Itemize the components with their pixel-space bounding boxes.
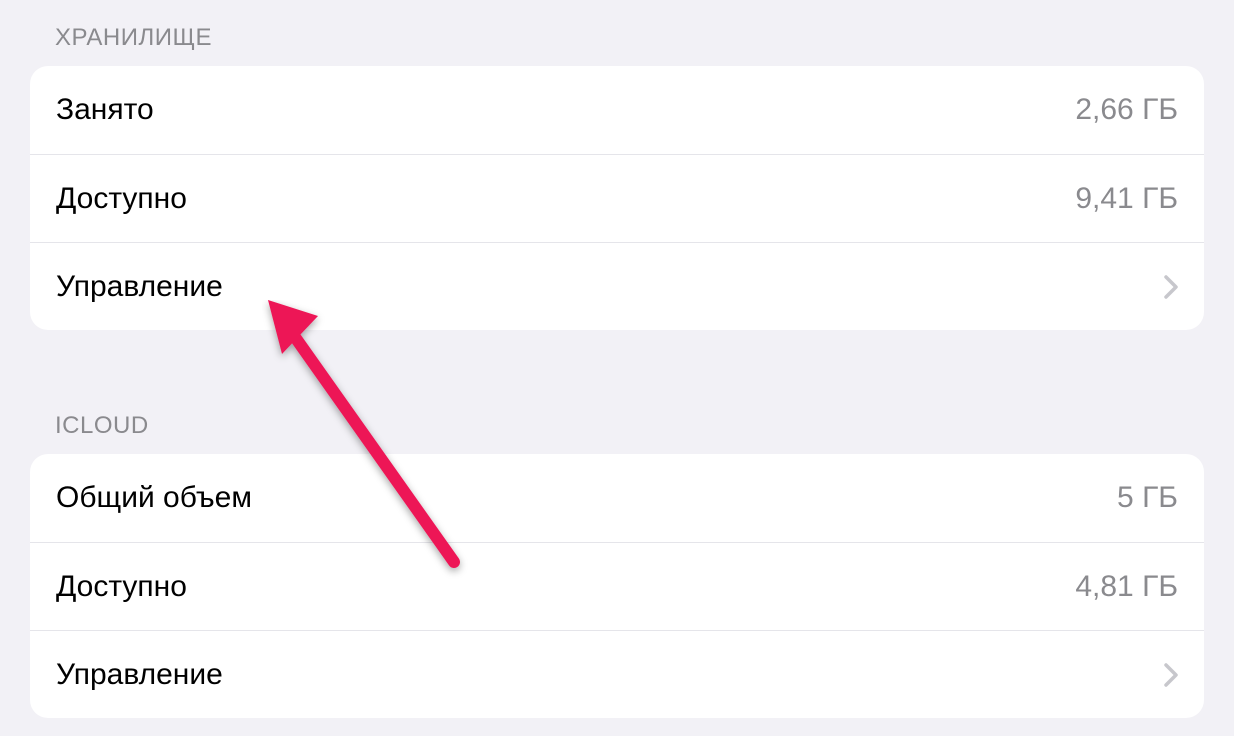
settings-storage-screen: Хранилище Занято 2,66 ГБ Доступно 9,41 Г… [0,0,1234,718]
storage-available-value: 9,41 ГБ [1075,182,1178,216]
icloud-total-row: Общий объем 5 ГБ [30,454,1204,542]
icloud-group: Общий объем 5 ГБ Доступно 4,81 ГБ Управл… [30,454,1204,718]
storage-used-label: Занято [56,93,154,127]
storage-manage-row[interactable]: Управление [30,242,1204,330]
icloud-manage-row[interactable]: Управление [30,630,1204,718]
storage-available-label: Доступно [56,182,187,216]
icloud-available-label: Доступно [56,570,187,604]
storage-used-value: 2,66 ГБ [1075,93,1178,127]
storage-available-row: Доступно 9,41 ГБ [30,154,1204,242]
icloud-manage-label: Управление [56,658,223,692]
chevron-right-icon [1164,275,1178,299]
chevron-right-icon [1164,663,1178,687]
icloud-total-label: Общий объем [56,481,252,515]
icloud-section-header: iCloud [0,330,1234,454]
storage-group: Занято 2,66 ГБ Доступно 9,41 ГБ Управлен… [30,66,1204,330]
storage-manage-label: Управление [56,270,223,304]
icloud-available-row: Доступно 4,81 ГБ [30,542,1204,630]
icloud-total-value: 5 ГБ [1117,481,1178,515]
icloud-available-value: 4,81 ГБ [1075,570,1178,604]
storage-used-row: Занято 2,66 ГБ [30,66,1204,154]
storage-section-header: Хранилище [0,0,1234,66]
